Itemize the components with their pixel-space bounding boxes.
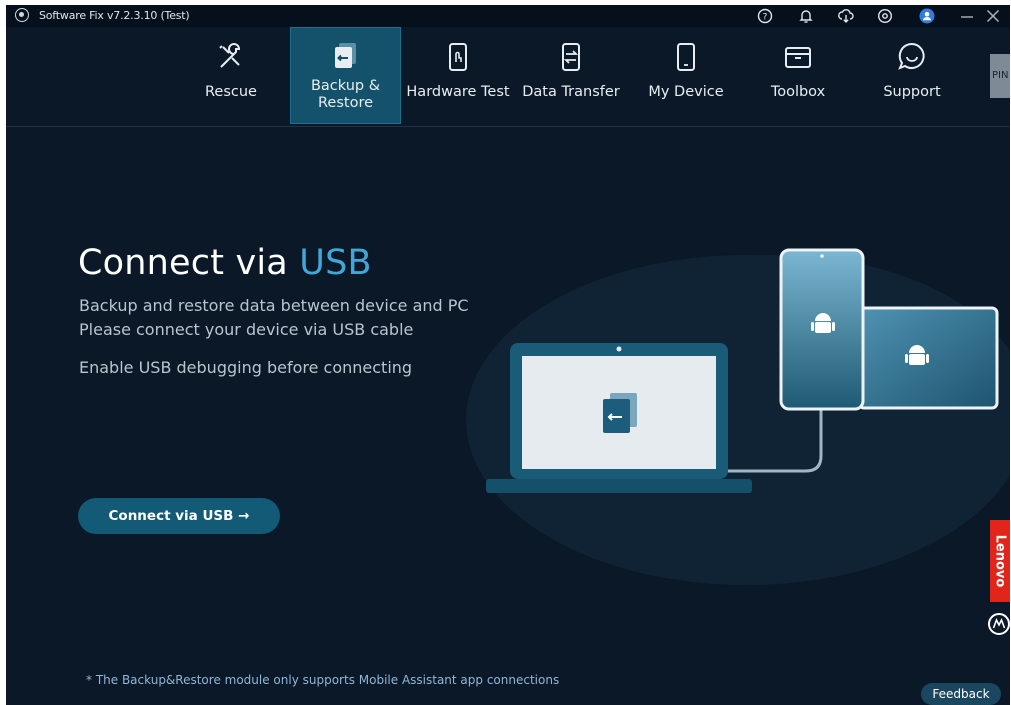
nav-item-my-device[interactable]: My Device <box>636 27 736 124</box>
app-logo-icon <box>15 8 29 22</box>
description-line-3: Enable USB debugging before connecting <box>79 358 413 377</box>
chat-bubble-icon <box>895 40 929 74</box>
nav-label-my-device: My Device <box>648 84 724 100</box>
user-avatar-icon[interactable] <box>918 7 936 25</box>
laptop-backup-icon <box>603 393 637 433</box>
connect-usb-button[interactable]: Connect via USB → <box>78 498 280 534</box>
nav-label-hardware-test: Hardware Test <box>406 84 510 100</box>
backup-restore-icon <box>329 38 363 72</box>
lenovo-tab[interactable]: Lenovo <box>990 520 1010 602</box>
nav-item-rescue[interactable]: Rescue <box>188 27 274 124</box>
nav-item-hardware-test[interactable]: Hardware Test <box>406 27 510 124</box>
nav-item-backup-restore[interactable]: Backup & Restore <box>290 27 401 124</box>
nav-label-toolbox: Toolbox <box>770 84 826 100</box>
nav-label-backup-restore: Backup & Restore <box>310 78 381 111</box>
nav-item-toolbox[interactable]: Toolbox <box>756 27 840 124</box>
main-nav: Rescue Backup & Restore Hardware Test Da… <box>6 27 1010 127</box>
notification-bell-icon[interactable] <box>797 7 815 25</box>
title-accent: USB <box>299 243 372 283</box>
data-transfer-icon <box>554 40 588 74</box>
connection-illustration <box>486 248 999 493</box>
settings-icon[interactable] <box>876 7 894 25</box>
nav-item-support[interactable]: Support <box>872 27 952 124</box>
cloud-download-icon[interactable] <box>837 7 855 25</box>
window-title: Software Fix v7.2.3.10 (Test) <box>39 9 190 22</box>
page-title: Connect via USB <box>78 243 372 283</box>
nav-label-rescue: Rescue <box>205 84 257 100</box>
close-icon[interactable] <box>984 7 1002 25</box>
phone-icon <box>669 40 703 74</box>
description-line-2: Please connect your device via USB cable <box>79 320 414 339</box>
feedback-button[interactable]: Feedback <box>921 683 1001 705</box>
nav-label-data-transfer: Data Transfer <box>522 84 620 100</box>
footnote: * The Backup&Restore module only support… <box>86 673 560 687</box>
wrench-screwdriver-icon <box>214 40 248 74</box>
description-line-1: Backup and restore data between device a… <box>79 296 469 315</box>
touch-phone-icon <box>441 40 475 74</box>
svg-text:?: ? <box>763 13 768 23</box>
help-icon[interactable]: ? <box>756 7 774 25</box>
nav-label-support: Support <box>883 84 941 100</box>
motorola-logo-icon[interactable] <box>988 613 1010 635</box>
lenovo-logo-text: Lenovo <box>992 534 1008 588</box>
app-window: Software Fix v7.2.3.10 (Test) ? Rescue B… <box>6 5 1010 705</box>
laptop-base <box>486 479 752 493</box>
title-prefix: Connect via <box>78 243 288 283</box>
pin-button[interactable]: PIN <box>990 54 1010 98</box>
toolbox-icon <box>781 40 815 74</box>
minimize-icon[interactable] <box>958 7 976 25</box>
title-bar: Software Fix v7.2.3.10 (Test) ? <box>6 5 1010 27</box>
nav-item-data-transfer[interactable]: Data Transfer <box>518 27 624 124</box>
